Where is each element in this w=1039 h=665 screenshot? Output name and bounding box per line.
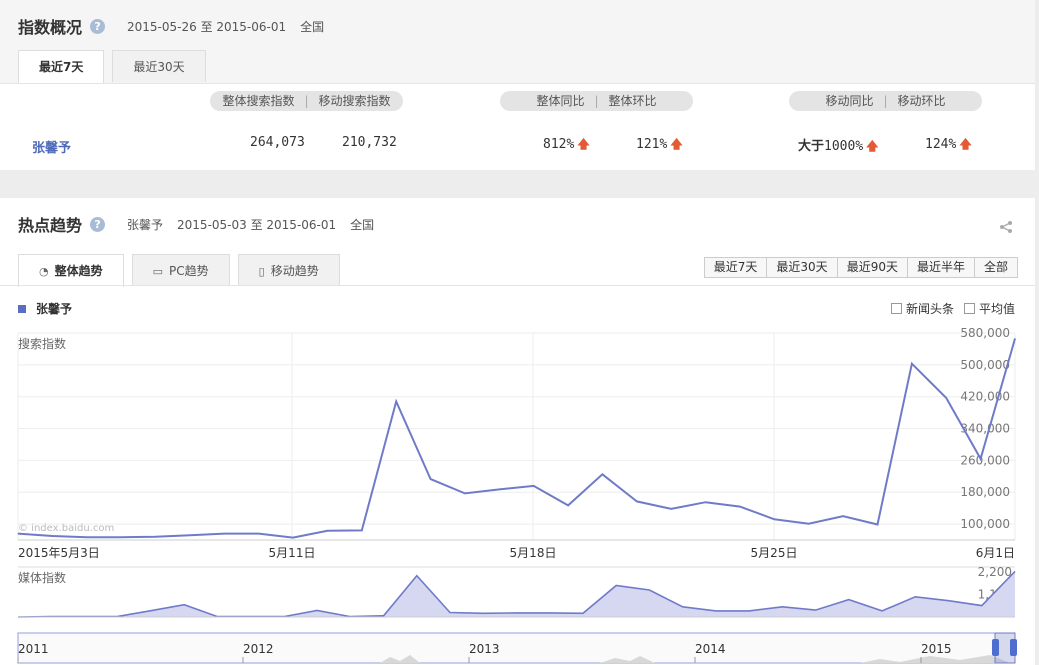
y-tick-label: 420,000: [960, 390, 1010, 404]
x-tick-label: 5月11日: [269, 546, 316, 560]
data-point: [911, 363, 913, 365]
y-tick-label: 260,000: [960, 453, 1010, 467]
data-point: [464, 492, 466, 494]
navigator: [17, 632, 1016, 664]
data-point: [395, 400, 397, 402]
media-area: [18, 571, 1015, 617]
data-point: [567, 504, 569, 506]
data-point: [223, 533, 225, 535]
y-tick-label: 100,000: [960, 517, 1010, 531]
watermark: © index.baidu.com: [18, 523, 114, 534]
data-point: [120, 536, 122, 538]
data-point: [430, 478, 432, 480]
data-point: [980, 458, 982, 460]
x-tick-label: 5月25日: [751, 546, 798, 560]
data-point: [361, 529, 363, 531]
trend-chart: 100,000 180,000 260,000 340,000 420,000 500,0…: [17, 326, 1017, 664]
data-point: [876, 523, 878, 525]
chart-title: 搜索指数: [18, 336, 66, 351]
x-tick-label: 5月18日: [510, 546, 557, 560]
data-point: [17, 533, 19, 535]
media-y-tick-label: 2,200: [978, 565, 1012, 579]
navigator-year-label: 2011: [18, 642, 49, 656]
data-point: [808, 523, 810, 525]
data-point: [498, 488, 500, 490]
data-point: [326, 530, 328, 532]
navigator-year-label: 2013: [469, 642, 500, 656]
navigator-year-label: 2014: [695, 642, 726, 656]
x-tick-label: 2015年5月3日: [18, 546, 100, 560]
navigator-handle[interactable]: [1010, 639, 1017, 656]
data-point: [292, 537, 294, 539]
data-point: [739, 506, 741, 508]
data-point: [636, 500, 638, 502]
x-tick-label: 6月1日: [976, 546, 1015, 560]
data-point: [1014, 338, 1016, 340]
media-title: 媒体指数: [18, 570, 66, 585]
y-tick-label: 580,000: [960, 326, 1010, 340]
data-point: [189, 534, 191, 536]
series-line: [17, 338, 1016, 539]
data-point: [258, 533, 260, 535]
data-point: [86, 536, 88, 538]
data-point: [945, 397, 947, 399]
data-point: [773, 518, 775, 520]
data-point: [842, 515, 844, 517]
data-point: [670, 508, 672, 510]
navigator-handle[interactable]: [992, 639, 999, 656]
y-tick-label: 500,000: [960, 358, 1010, 372]
y-tick-label: 180,000: [960, 485, 1010, 499]
data-point: [51, 535, 53, 537]
navigator-year-label: 2015: [921, 642, 952, 656]
data-point: [601, 473, 603, 475]
y-tick-label: 340,000: [960, 422, 1010, 436]
data-point: [533, 485, 535, 487]
data-point: [705, 501, 707, 503]
data-point: [155, 536, 157, 538]
navigator-year-label: 2012: [243, 642, 274, 656]
